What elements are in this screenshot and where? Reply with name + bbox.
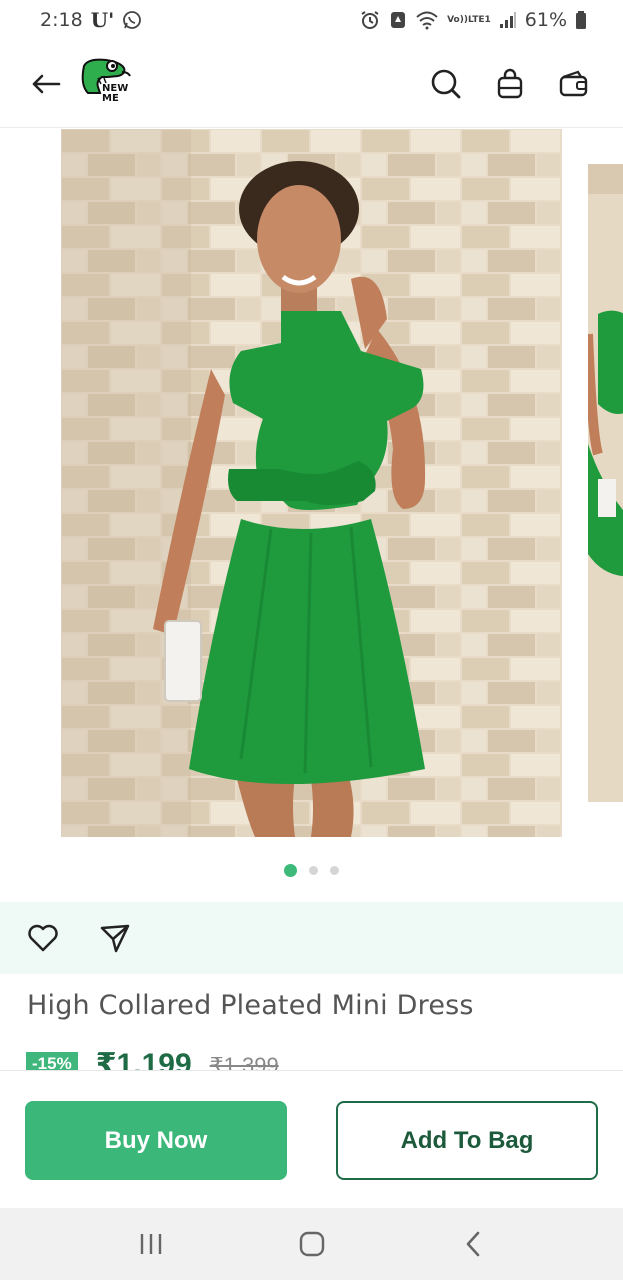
network-label-bottom: LTE1 xyxy=(467,14,491,25)
product-image[interactable] xyxy=(61,129,562,837)
newme-logo[interactable]: NEW ME xyxy=(78,56,134,112)
product-gallery[interactable] xyxy=(0,128,623,838)
recents-icon xyxy=(140,1234,161,1254)
search-button[interactable] xyxy=(427,65,465,103)
wifi-icon xyxy=(415,10,439,30)
pagination-dot-active[interactable] xyxy=(284,864,297,877)
gallery-pagination xyxy=(0,864,623,877)
wallet-button[interactable] xyxy=(555,65,593,103)
system-back-button[interactable] xyxy=(449,1220,497,1268)
u-app-icon: U' xyxy=(90,8,115,32)
product-action-row xyxy=(0,902,623,974)
buy-now-button[interactable]: Buy Now xyxy=(25,1101,287,1180)
volte-icon: Vo)) LTE1 xyxy=(447,14,491,25)
notification-icon xyxy=(389,10,407,30)
status-left: 2:18 U' xyxy=(40,8,142,32)
share-icon xyxy=(100,924,130,953)
back-arrow-icon xyxy=(32,74,61,93)
alarm-icon xyxy=(359,9,381,31)
back-icon xyxy=(466,1231,479,1257)
logo-text: NEW ME xyxy=(102,82,129,104)
recents-button[interactable] xyxy=(127,1220,175,1268)
next-photo-image xyxy=(588,164,623,802)
whatsapp-icon xyxy=(122,10,142,30)
logo-text-line2: ME xyxy=(102,92,119,104)
next-product-image[interactable] xyxy=(588,164,623,802)
discount-badge: -15% xyxy=(26,1052,78,1070)
system-nav-bar xyxy=(0,1208,623,1280)
model-photo-image xyxy=(61,129,562,837)
add-to-bag-button[interactable]: Add To Bag xyxy=(336,1101,598,1180)
battery-icon xyxy=(575,10,587,30)
home-button[interactable] xyxy=(288,1220,336,1268)
network-label-top: Vo)) xyxy=(447,14,468,25)
pagination-dot[interactable] xyxy=(330,866,339,875)
original-price: ₹1,399 xyxy=(209,1053,279,1070)
purchase-bar: Buy Now Add To Bag xyxy=(0,1070,623,1208)
heart-icon xyxy=(28,924,58,952)
logo-text-line1: NEW xyxy=(102,82,129,94)
bag-button[interactable] xyxy=(491,65,529,103)
price-row: -15% ₹1,199 ₹1,399 xyxy=(26,1052,279,1070)
status-right: Vo)) LTE1 61% xyxy=(359,9,587,31)
battery-percent: 61% xyxy=(524,9,567,31)
home-icon xyxy=(299,1231,324,1257)
back-button[interactable] xyxy=(26,64,66,104)
search-icon xyxy=(431,69,461,98)
current-price: ₹1,199 xyxy=(95,1052,192,1070)
app-header: NEW ME xyxy=(0,40,623,128)
pagination-dot[interactable] xyxy=(309,866,318,875)
signal-icon xyxy=(499,11,517,29)
share-button[interactable] xyxy=(98,921,132,955)
status-bar: 2:18 U' Vo)) LTE1 61% xyxy=(0,0,623,40)
wallet-icon xyxy=(559,70,588,96)
wishlist-button[interactable] xyxy=(26,921,60,955)
shopping-bag-icon xyxy=(497,68,523,98)
header-actions xyxy=(427,65,593,103)
product-title: High Collared Pleated Mini Dress xyxy=(27,990,474,1021)
status-time: 2:18 xyxy=(40,9,83,31)
